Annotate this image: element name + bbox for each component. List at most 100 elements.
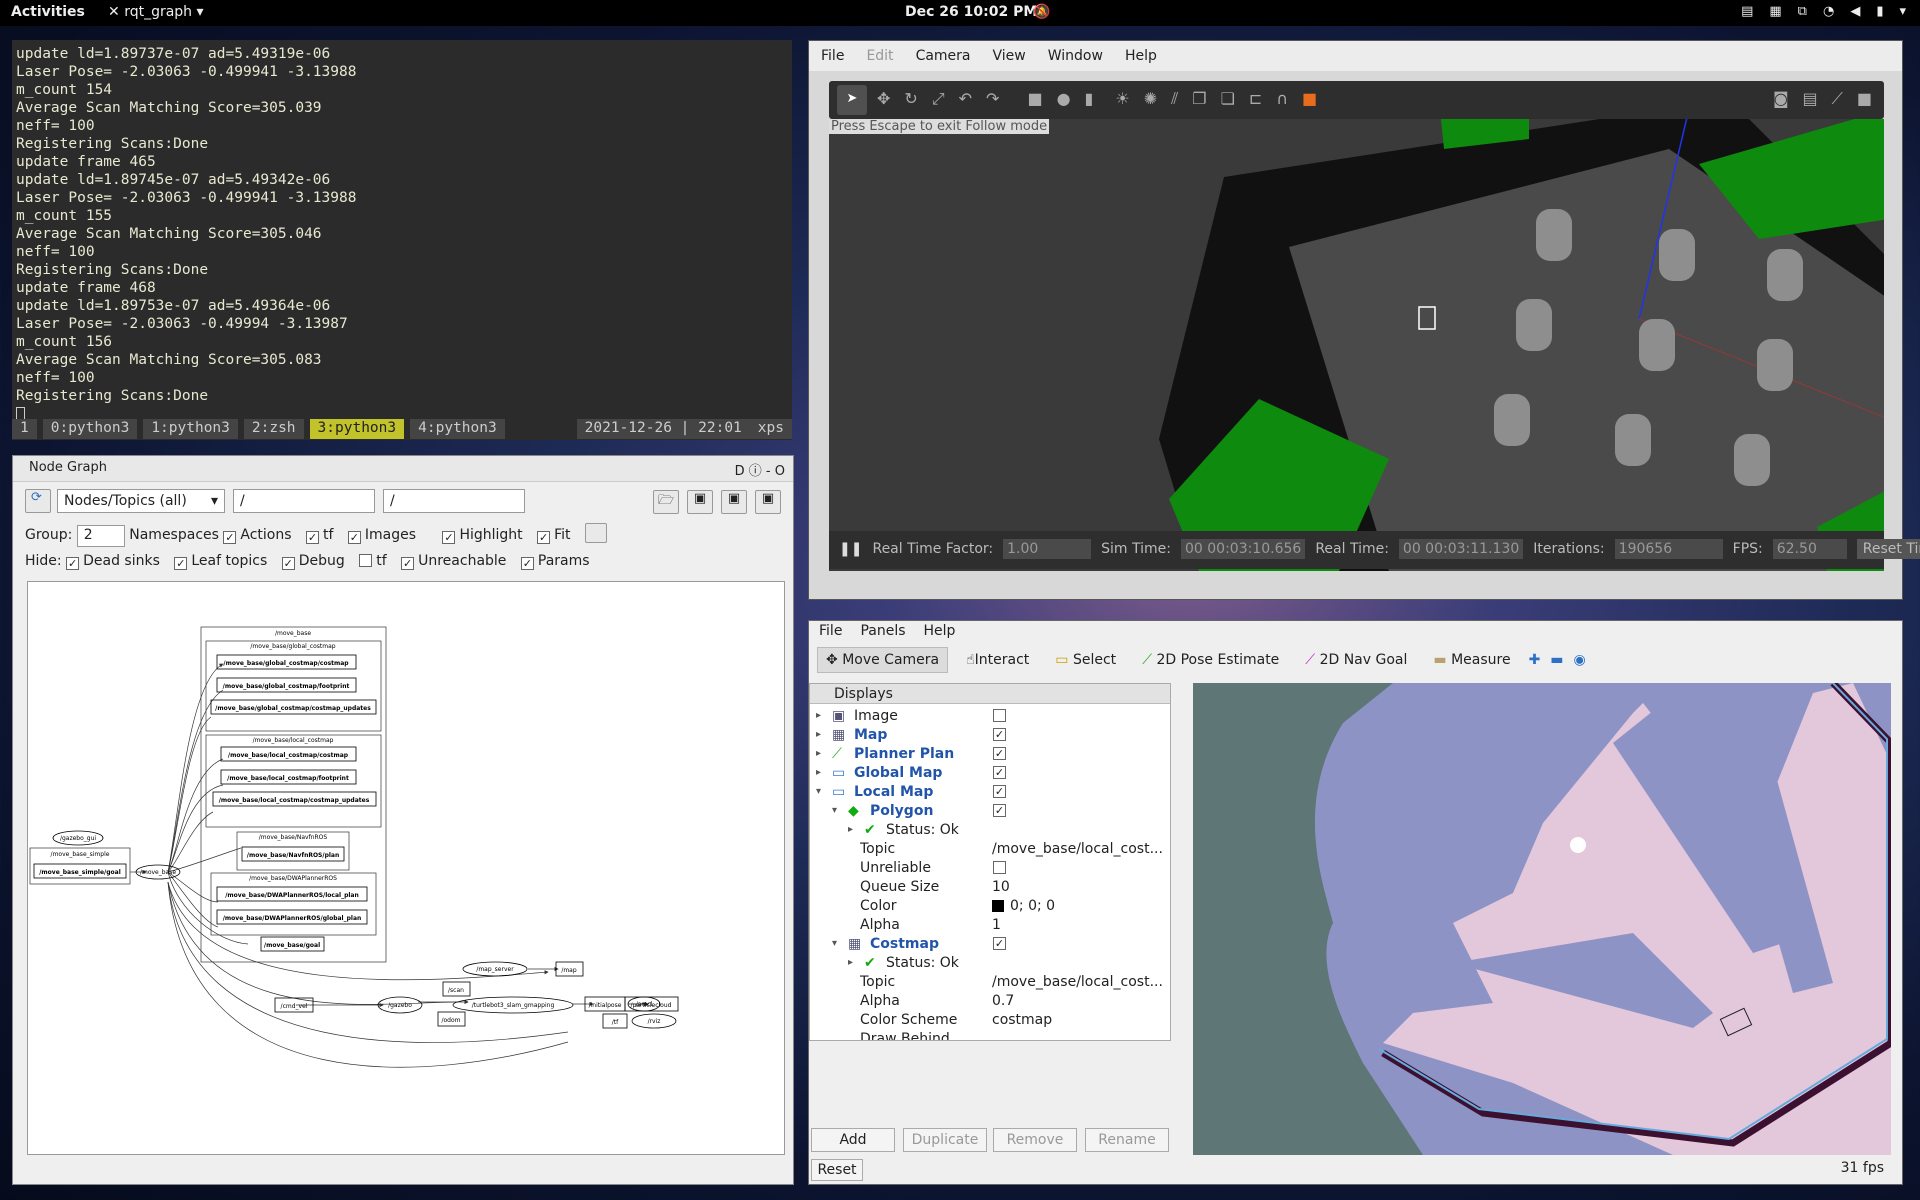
expand-arrow-icon[interactable]: ▾	[832, 938, 837, 949]
box-icon[interactable]: ■	[1027, 89, 1042, 109]
display-enabled-checkbox[interactable]: ✓	[993, 804, 1006, 817]
topic-filter-input[interactable]: /	[383, 489, 525, 513]
tmux-window-0[interactable]: 0:python3	[42, 419, 138, 439]
save-image-button[interactable]: ▣	[755, 490, 781, 514]
menu-window[interactable]: Window	[1048, 48, 1103, 64]
screenshot-icon[interactable]: ◙	[1773, 89, 1789, 109]
save-dot-button[interactable]: ▣	[687, 490, 713, 514]
color-swatch[interactable]	[992, 899, 1004, 912]
leaf-topics-checkbox[interactable]: ✓	[174, 557, 188, 570]
expand-arrow-icon[interactable]: ▸	[816, 729, 821, 740]
expand-arrow-icon[interactable]: ▸	[816, 710, 821, 721]
reset-button[interactable]: Reset	[811, 1159, 863, 1181]
rename-button[interactable]: Rename	[1085, 1128, 1169, 1152]
wifi-icon[interactable]: ◔	[1823, 4, 1834, 19]
menu-camera[interactable]: Camera	[916, 48, 971, 64]
rviz-map-view[interactable]	[1193, 683, 1891, 1155]
graph-canvas[interactable]: /move_base /move_base/global_costmap /mo…	[27, 581, 785, 1155]
volume-icon[interactable]: ◀	[1850, 4, 1860, 19]
tf-hide-checkbox[interactable]	[359, 554, 373, 567]
cylinder-icon[interactable]: ▮	[1085, 89, 1094, 109]
graph-mode-select[interactable]: Nodes/Topics (all) ▾	[57, 489, 225, 513]
nav-goal-button[interactable]: ⟋ 2D Nav Goal	[1297, 648, 1415, 672]
display-enabled-checkbox[interactable]: ✓	[993, 766, 1006, 779]
menu-edit[interactable]: Edit	[866, 48, 893, 64]
expand-arrow-icon[interactable]: ▸	[848, 957, 853, 968]
menu-panels[interactable]: Panels	[860, 623, 905, 641]
keyboard-icon[interactable]: ▦	[1769, 4, 1781, 19]
expand-arrow-icon[interactable]: ▾	[816, 786, 821, 797]
tmux-window-1[interactable]: 1:python3	[143, 419, 238, 439]
display-enabled-checkbox[interactable]	[993, 861, 1006, 874]
view-angle-icon[interactable]: ■	[1302, 89, 1317, 109]
display-enabled-checkbox[interactable]: ✓	[993, 728, 1006, 741]
display-row[interactable]: Queue Size 10	[810, 877, 1170, 896]
tmux-window-4[interactable]: 4:python3	[410, 419, 505, 439]
display-icon[interactable]: ⧉	[1798, 4, 1807, 19]
save-svg-button[interactable]: ▣	[721, 490, 747, 514]
display-row[interactable]: Color Scheme costmap	[810, 1010, 1170, 1029]
system-tray[interactable]: ▤ ▦ ⧉ ◔ ◀ ▮ ▾	[1741, 4, 1906, 19]
display-row[interactable]: ▸ ▣ Image	[810, 706, 1170, 725]
display-row[interactable]: ▾ ▦ Costmap ✓	[810, 934, 1170, 953]
tf-checkbox[interactable]: ✓	[305, 531, 319, 544]
menu-file[interactable]: File	[819, 623, 842, 641]
minus-icon[interactable]: ▬	[1550, 652, 1563, 668]
expand-arrow-icon[interactable]: ▸	[816, 767, 821, 778]
magnet-icon[interactable]: ∩	[1276, 89, 1288, 109]
display-row[interactable]: ▸ ⟋ Planner Plan ✓	[810, 744, 1170, 763]
display-value[interactable]: 10	[992, 879, 1010, 895]
debug-checkbox[interactable]: ✓	[281, 557, 295, 570]
display-row[interactable]: Topic/move_base/local_cost...	[810, 839, 1170, 858]
activities-button[interactable]: Activities	[11, 4, 85, 20]
fit-view-button[interactable]	[584, 523, 607, 543]
display-row[interactable]: Color 0; 0; 0	[810, 896, 1170, 915]
tmux-window-2[interactable]: 2:zsh	[243, 419, 304, 439]
app-menu[interactable]: ✕ rqt_graph ▾	[108, 4, 204, 20]
display-value[interactable]: /move_base/local_cost...	[992, 974, 1163, 990]
display-row[interactable]: ▸ ✔ Status: Ok	[810, 820, 1170, 839]
add-button[interactable]: Add	[811, 1128, 895, 1152]
eye-icon[interactable]: ◉	[1574, 652, 1586, 668]
paste-icon[interactable]: ❏	[1221, 89, 1235, 109]
reset-time-button[interactable]: Reset Time	[1856, 539, 1920, 559]
display-row[interactable]: Topic/move_base/local_cost...	[810, 972, 1170, 991]
battery-icon[interactable]: ▮	[1876, 4, 1883, 19]
light-icon[interactable]: ☀	[1115, 89, 1129, 109]
menu-help[interactable]: Help	[1125, 48, 1157, 64]
select-mode-button[interactable]: ➤	[837, 85, 867, 115]
display-value[interactable]: 1	[992, 917, 1001, 933]
display-row[interactable]: ▾ ▭ Local Map ✓	[810, 782, 1170, 801]
select-button[interactable]: ▭ Select	[1047, 648, 1124, 672]
pause-button[interactable]: ❚❚	[839, 541, 862, 557]
display-row[interactable]: Alpha 1	[810, 915, 1170, 934]
sphere-icon[interactable]: ●	[1057, 89, 1071, 109]
display-enabled-checkbox[interactable]: ✓	[993, 785, 1006, 798]
spot-light-icon[interactable]: ✺	[1144, 89, 1157, 109]
group-spinbox[interactable]: 2	[76, 525, 125, 547]
display-row[interactable]: ▸ ▦ Map ✓	[810, 725, 1170, 744]
interact-button[interactable]: ☝Interact	[958, 648, 1037, 672]
load-dot-button[interactable]: 🗁	[653, 490, 679, 514]
display-value[interactable]: 0; 0; 0	[1010, 898, 1055, 914]
expand-arrow-icon[interactable]: ▾	[832, 805, 837, 816]
menu-file[interactable]: File	[821, 48, 844, 64]
actions-checkbox[interactable]: ✓	[223, 531, 237, 544]
display-enabled-checkbox[interactable]: ✓	[993, 747, 1006, 760]
translate-icon[interactable]: ✥	[877, 89, 890, 109]
unreachable-checkbox[interactable]: ✓	[401, 557, 415, 570]
display-row[interactable]: ▸ ▭ Global Map ✓	[810, 763, 1170, 782]
copy-icon[interactable]: ❐	[1192, 89, 1206, 109]
remove-button[interactable]: Remove	[993, 1128, 1077, 1152]
expand-arrow-icon[interactable]: ▸	[816, 748, 821, 759]
display-value[interactable]: costmap	[992, 1012, 1052, 1028]
fit-checkbox[interactable]: ✓	[537, 531, 551, 544]
directional-light-icon[interactable]: ⫽	[1171, 89, 1178, 109]
undo-icon[interactable]: ↶	[959, 89, 972, 109]
node-filter-input[interactable]: /	[233, 489, 375, 513]
display-row[interactable]: Unreliable	[810, 858, 1170, 877]
measure-button[interactable]: ▬ Measure	[1425, 648, 1518, 672]
display-row[interactable]: Alpha 0.7	[810, 991, 1170, 1010]
expand-arrow-icon[interactable]: ▸	[848, 824, 853, 835]
tmux-window-3[interactable]: 3:python3	[309, 419, 405, 439]
